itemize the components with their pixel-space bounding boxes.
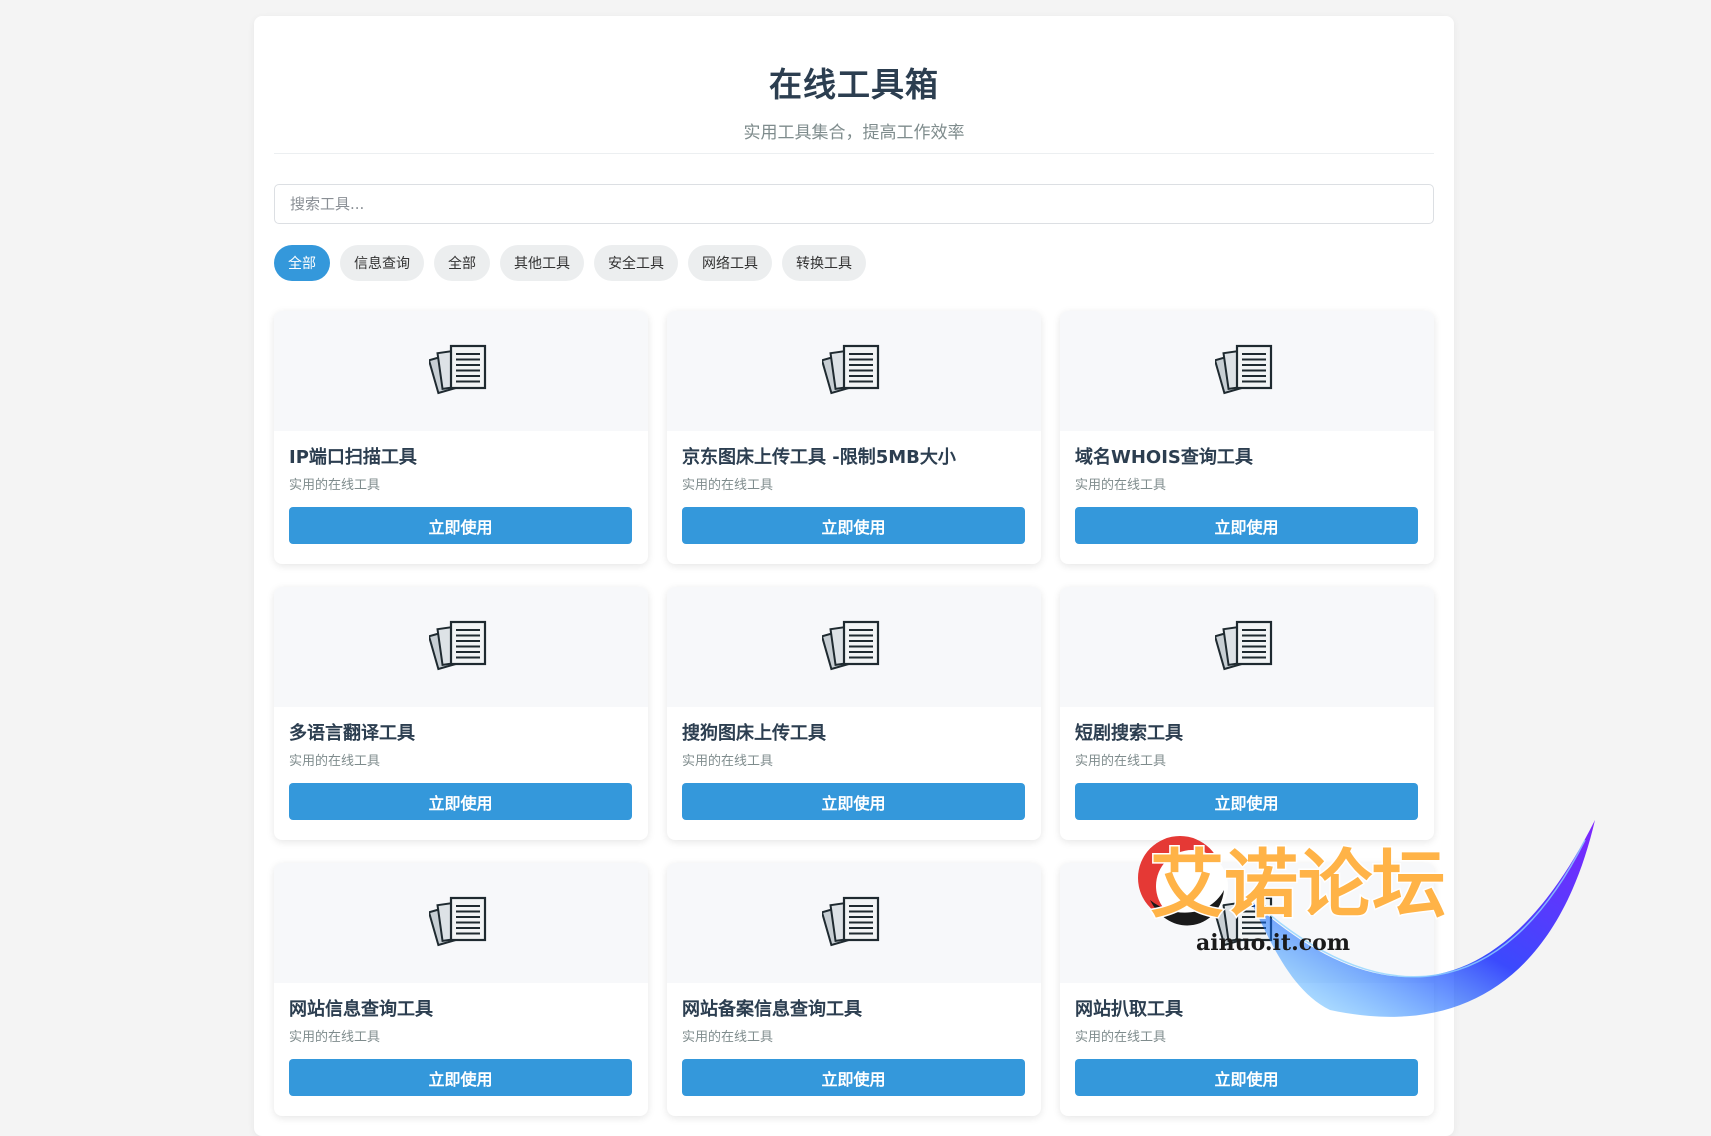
page-subtitle: 实用工具集合，提高工作效率 <box>743 123 965 143</box>
tool-description: 实用的在线工具 <box>1075 478 1167 493</box>
use-now-button[interactable]: 立即使用 <box>289 783 632 820</box>
documents-icon <box>822 344 880 395</box>
tool-panel: 在线工具箱 实用工具集合，提高工作效率 全部 信息查询 全部 其他工具 安全工具… <box>254 16 1454 1136</box>
card-body: 网站信息查询工具 实用的在线工具 立即使用 <box>274 983 648 1096</box>
tool-title: 多语言翻译工具 <box>289 723 415 744</box>
use-now-button[interactable]: 立即使用 <box>289 507 632 544</box>
use-now-button[interactable]: 立即使用 <box>682 507 1025 544</box>
documents-icon <box>1215 620 1273 671</box>
tool-description: 实用的在线工具 <box>682 478 774 493</box>
documents-icon <box>1215 896 1273 947</box>
tool-card: 网站信息查询工具 实用的在线工具 立即使用 <box>274 863 648 1116</box>
filter-chip[interactable]: 安全工具 <box>594 245 678 281</box>
card-image <box>667 587 1041 707</box>
filter-chip[interactable]: 网络工具 <box>688 245 772 281</box>
tool-card: 多语言翻译工具 实用的在线工具 立即使用 <box>274 587 648 840</box>
filter-chip[interactable]: 转换工具 <box>782 245 866 281</box>
tool-title: 短剧搜索工具 <box>1075 723 1183 744</box>
use-now-button[interactable]: 立即使用 <box>682 1059 1025 1096</box>
card-body: 网站扒取工具 实用的在线工具 立即使用 <box>1060 983 1434 1096</box>
card-image <box>1060 587 1434 707</box>
tool-title: 搜狗图床上传工具 <box>682 723 826 744</box>
documents-icon <box>429 620 487 671</box>
tool-description: 实用的在线工具 <box>289 754 381 769</box>
documents-icon <box>1215 344 1273 395</box>
filter-chip[interactable]: 信息查询 <box>340 245 424 281</box>
tool-card: IP端口扫描工具 实用的在线工具 立即使用 <box>274 311 648 564</box>
use-now-button[interactable]: 立即使用 <box>1075 1059 1418 1096</box>
category-filters: 全部 信息查询 全部 其他工具 安全工具 网络工具 转换工具 <box>274 245 1434 281</box>
tool-description: 实用的在线工具 <box>682 754 774 769</box>
card-image <box>274 311 648 431</box>
card-image <box>274 863 648 983</box>
page-header: 在线工具箱 实用工具集合，提高工作效率 <box>274 16 1434 154</box>
use-now-button[interactable]: 立即使用 <box>682 783 1025 820</box>
tool-description: 实用的在线工具 <box>289 478 381 493</box>
use-now-button[interactable]: 立即使用 <box>289 1059 632 1096</box>
tool-grid: IP端口扫描工具 实用的在线工具 立即使用 京东图床上传工具 -限制5MB大小 … <box>274 311 1434 1116</box>
tool-card: 网站备案信息查询工具 实用的在线工具 立即使用 <box>667 863 1041 1116</box>
tool-description: 实用的在线工具 <box>682 1030 774 1045</box>
card-image <box>667 311 1041 431</box>
tool-card: 京东图床上传工具 -限制5MB大小 实用的在线工具 立即使用 <box>667 311 1041 564</box>
tool-card: 域名WHOIS查询工具 实用的在线工具 立即使用 <box>1060 311 1434 564</box>
tool-card: 搜狗图床上传工具 实用的在线工具 立即使用 <box>667 587 1041 840</box>
tool-card: 网站扒取工具 实用的在线工具 立即使用 <box>1060 863 1434 1116</box>
card-body: 网站备案信息查询工具 实用的在线工具 立即使用 <box>667 983 1041 1096</box>
documents-icon <box>429 344 487 395</box>
card-body: IP端口扫描工具 实用的在线工具 立即使用 <box>274 431 648 544</box>
card-body: 多语言翻译工具 实用的在线工具 立即使用 <box>274 707 648 820</box>
tool-title: 网站信息查询工具 <box>289 999 433 1020</box>
documents-icon <box>822 620 880 671</box>
filter-chip[interactable]: 全部 <box>274 245 330 281</box>
card-image <box>1060 311 1434 431</box>
tool-description: 实用的在线工具 <box>1075 754 1167 769</box>
tool-card: 短剧搜索工具 实用的在线工具 立即使用 <box>1060 587 1434 840</box>
tool-description: 实用的在线工具 <box>1075 1030 1167 1045</box>
card-body: 域名WHOIS查询工具 实用的在线工具 立即使用 <box>1060 431 1434 544</box>
card-body: 短剧搜索工具 实用的在线工具 立即使用 <box>1060 707 1434 820</box>
card-image <box>667 863 1041 983</box>
tool-title: 域名WHOIS查询工具 <box>1075 447 1253 468</box>
documents-icon <box>822 896 880 947</box>
card-body: 搜狗图床上传工具 实用的在线工具 立即使用 <box>667 707 1041 820</box>
tool-title: 网站扒取工具 <box>1075 999 1183 1020</box>
page-title: 在线工具箱 <box>769 65 939 104</box>
use-now-button[interactable]: 立即使用 <box>1075 783 1418 820</box>
card-body: 京东图床上传工具 -限制5MB大小 实用的在线工具 立即使用 <box>667 431 1041 544</box>
card-image <box>274 587 648 707</box>
filter-chip[interactable]: 全部 <box>434 245 490 281</box>
use-now-button[interactable]: 立即使用 <box>1075 507 1418 544</box>
tool-title: 京东图床上传工具 -限制5MB大小 <box>682 447 956 468</box>
tool-title: IP端口扫描工具 <box>289 447 417 468</box>
card-image <box>1060 863 1434 983</box>
search-input[interactable] <box>274 184 1434 224</box>
filter-chip[interactable]: 其他工具 <box>500 245 584 281</box>
tool-description: 实用的在线工具 <box>289 1030 381 1045</box>
tool-title: 网站备案信息查询工具 <box>682 999 862 1020</box>
documents-icon <box>429 896 487 947</box>
